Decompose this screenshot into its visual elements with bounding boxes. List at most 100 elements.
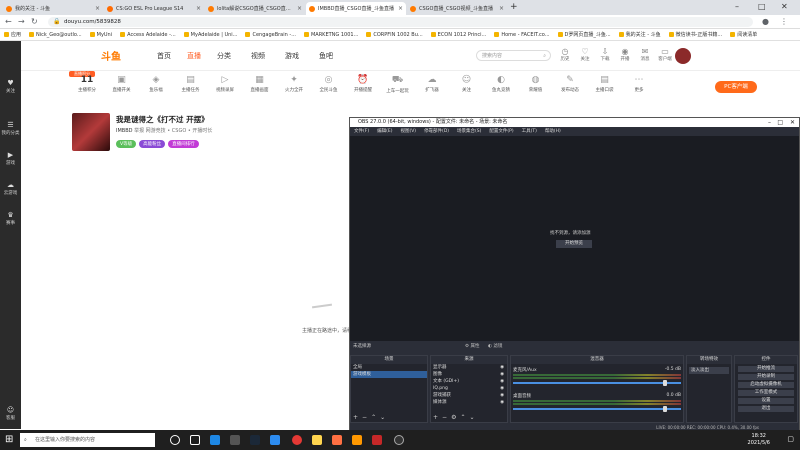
menu-icon[interactable]: ⋮	[780, 17, 788, 27]
app-icon[interactable]	[352, 435, 362, 445]
feature-item[interactable]: ◍ 荣耀值	[523, 75, 549, 93]
header-icon-button[interactable]: ♡ 关注	[576, 47, 594, 62]
mail-icon[interactable]	[230, 435, 240, 445]
visibility-eye-icon[interactable]: ◉	[500, 364, 507, 371]
app-icon[interactable]	[372, 435, 382, 445]
left-nav-item[interactable]: ♥ 关注	[0, 79, 21, 94]
browser-tab[interactable]: lolita解说CSGO直播_CSGO直播... ×	[205, 2, 305, 15]
douyu-search-input[interactable]: 搜索内容 ⌕	[476, 50, 551, 61]
control-button[interactable]: 退出	[738, 406, 794, 412]
scene-item[interactable]: 全局	[351, 364, 427, 371]
control-button[interactable]: 开始录制	[738, 374, 794, 380]
header-icon-button[interactable]: ◉ 开播	[616, 47, 634, 62]
bookmark-item[interactable]: MyAdelaide | Uni...	[183, 32, 237, 38]
obs-menu-item[interactable]: 停靠部件(D)	[424, 127, 449, 136]
close-icon[interactable]: ×	[95, 5, 100, 12]
properties-gear-icon[interactable]: ⚙ 属性	[465, 341, 479, 353]
header-icon-button[interactable]: ✉ 消息	[636, 47, 654, 62]
control-button[interactable]: 工作室模式	[738, 390, 794, 396]
feature-item[interactable]: ✎ 发布动态	[557, 75, 583, 93]
obs-close-button[interactable]: ✕	[790, 118, 795, 127]
feature-item[interactable]: ⏰ 开播提醒	[350, 75, 376, 93]
streamer-avatar[interactable]	[72, 113, 110, 151]
minimize-button[interactable]: –	[735, 2, 739, 11]
add-icon[interactable]: +	[353, 414, 358, 421]
source-item[interactable]: IQ.png ◉	[431, 385, 507, 392]
add-icon[interactable]: +	[433, 414, 438, 421]
up-icon[interactable]: ⌃	[371, 414, 376, 421]
bookmark-item[interactable]: Nick_Geo@outlo...	[29, 32, 82, 38]
close-window-button[interactable]: ✕	[781, 2, 788, 11]
new-tab-button[interactable]: +	[510, 2, 518, 12]
nav-video[interactable]: 视频	[251, 51, 265, 61]
obs-preview[interactable]: 找不到源，请添加源 开始预览	[350, 136, 799, 341]
nav-live[interactable]: 直播	[187, 51, 201, 61]
header-icon-button[interactable]: ▭ 客户端	[656, 47, 674, 62]
feature-item[interactable]: 11 主播积分	[74, 75, 100, 93]
close-icon[interactable]: ×	[398, 5, 403, 12]
obs-menu-item[interactable]: 配置文件(P)	[489, 127, 513, 136]
task-view-icon[interactable]	[190, 435, 200, 445]
left-nav-item[interactable]: ☰ 我的分类	[0, 121, 21, 136]
browser-tab[interactable]: CS:GO ESL Pro League S14 ×	[104, 2, 204, 15]
browser-tab-active[interactable]: IMBBD直播_CSGO直播_斗鱼直播 ×	[306, 2, 406, 15]
feature-item[interactable]: ⛟ 上车一起玩	[385, 75, 411, 94]
close-icon[interactable]: ×	[499, 5, 504, 12]
fans-badge[interactable]: 高能粉丝	[139, 140, 166, 148]
rank-badge[interactable]: 直播间排行	[168, 140, 199, 148]
obs-menu-item[interactable]: 文件(F)	[354, 127, 369, 136]
obs-menu-item[interactable]: 场景集合(S)	[457, 127, 481, 136]
remove-icon[interactable]: −	[442, 414, 447, 421]
bookmark-item[interactable]: 阅读清单	[730, 31, 757, 38]
streamer-name[interactable]: IMBBD	[116, 128, 133, 134]
chrome-icon[interactable]	[292, 435, 302, 445]
obs-maximize-button[interactable]: □	[777, 118, 783, 127]
bookmark-item[interactable]: Access Adelaide -...	[120, 32, 176, 38]
bookmark-item[interactable]: CengageBrain -...	[245, 32, 296, 38]
video-player[interactable]	[70, 155, 350, 430]
feature-item[interactable]: ◈ 鱼乐福	[143, 75, 169, 93]
pc-client-button[interactable]: PC客户端	[715, 81, 757, 93]
start-preview-button[interactable]: 开始预览	[556, 240, 592, 248]
remove-icon[interactable]: −	[362, 414, 367, 421]
user-avatar[interactable]	[675, 48, 691, 64]
nav-fishbar[interactable]: 鱼吧	[319, 51, 333, 61]
folder-icon[interactable]	[312, 435, 322, 445]
bookmark-item[interactable]: MARKETNG 1001...	[303, 32, 358, 38]
app-icon[interactable]	[270, 435, 280, 445]
source-item[interactable]: 媒体源 ◉	[431, 399, 507, 406]
control-button[interactable]: 设置	[738, 398, 794, 404]
feature-item[interactable]: ⋯ 更多	[626, 75, 652, 93]
douyu-logo[interactable]: 斗鱼	[101, 48, 121, 63]
down-icon[interactable]: ⌄	[469, 414, 474, 421]
visibility-eye-icon[interactable]: ◉	[500, 371, 507, 378]
back-icon[interactable]: ←	[5, 17, 12, 27]
close-icon[interactable]: ×	[297, 5, 302, 12]
left-nav-item[interactable]: ▶ 游戏	[0, 151, 21, 166]
source-item[interactable]: 显示器 ◉	[431, 364, 507, 371]
steam-icon[interactable]	[250, 435, 260, 445]
bookmark-item[interactable]: D罗网页直播_斗鱼...	[557, 31, 611, 38]
feature-item[interactable]: ✦ 火力全开	[281, 75, 307, 93]
url-input[interactable]: 🔒 douyu.com/5839828	[48, 17, 753, 27]
visibility-eye-icon[interactable]: ◉	[500, 392, 507, 399]
obs-menu-item[interactable]: 视图(V)	[400, 127, 416, 136]
volume-slider[interactable]	[513, 406, 681, 412]
bookmark-item[interactable]: CORPFIN 1002 Bu...	[366, 32, 423, 38]
left-nav-item[interactable]: ☺ 客服	[0, 406, 21, 421]
volume-slider[interactable]	[513, 380, 681, 386]
feature-item[interactable]: ▣ 直播开关	[109, 75, 135, 93]
down-icon[interactable]: ⌄	[380, 414, 385, 421]
visibility-eye-icon[interactable]: ◉	[500, 399, 507, 406]
bookmark-item[interactable]: ECON 1012 Princi...	[430, 32, 486, 38]
transition-select[interactable]: 淡入淡出	[689, 367, 729, 374]
visibility-eye-icon[interactable]: ◉	[500, 378, 507, 385]
left-nav-item[interactable]: ♛ 赛事	[0, 211, 21, 226]
feature-item[interactable]: ▤ 主播任务	[178, 75, 204, 93]
visibility-eye-icon[interactable]: ◉	[500, 385, 507, 392]
windows-start-icon[interactable]: ⊞	[5, 434, 13, 445]
bookmark-item[interactable]: Home - FACEIT.co...	[494, 32, 550, 38]
app-icon[interactable]	[332, 435, 342, 445]
bookmark-item[interactable]: 微信读书-正版书籍...	[668, 31, 722, 38]
bookmark-item[interactable]: 我的关注 - 斗鱼	[618, 31, 661, 38]
